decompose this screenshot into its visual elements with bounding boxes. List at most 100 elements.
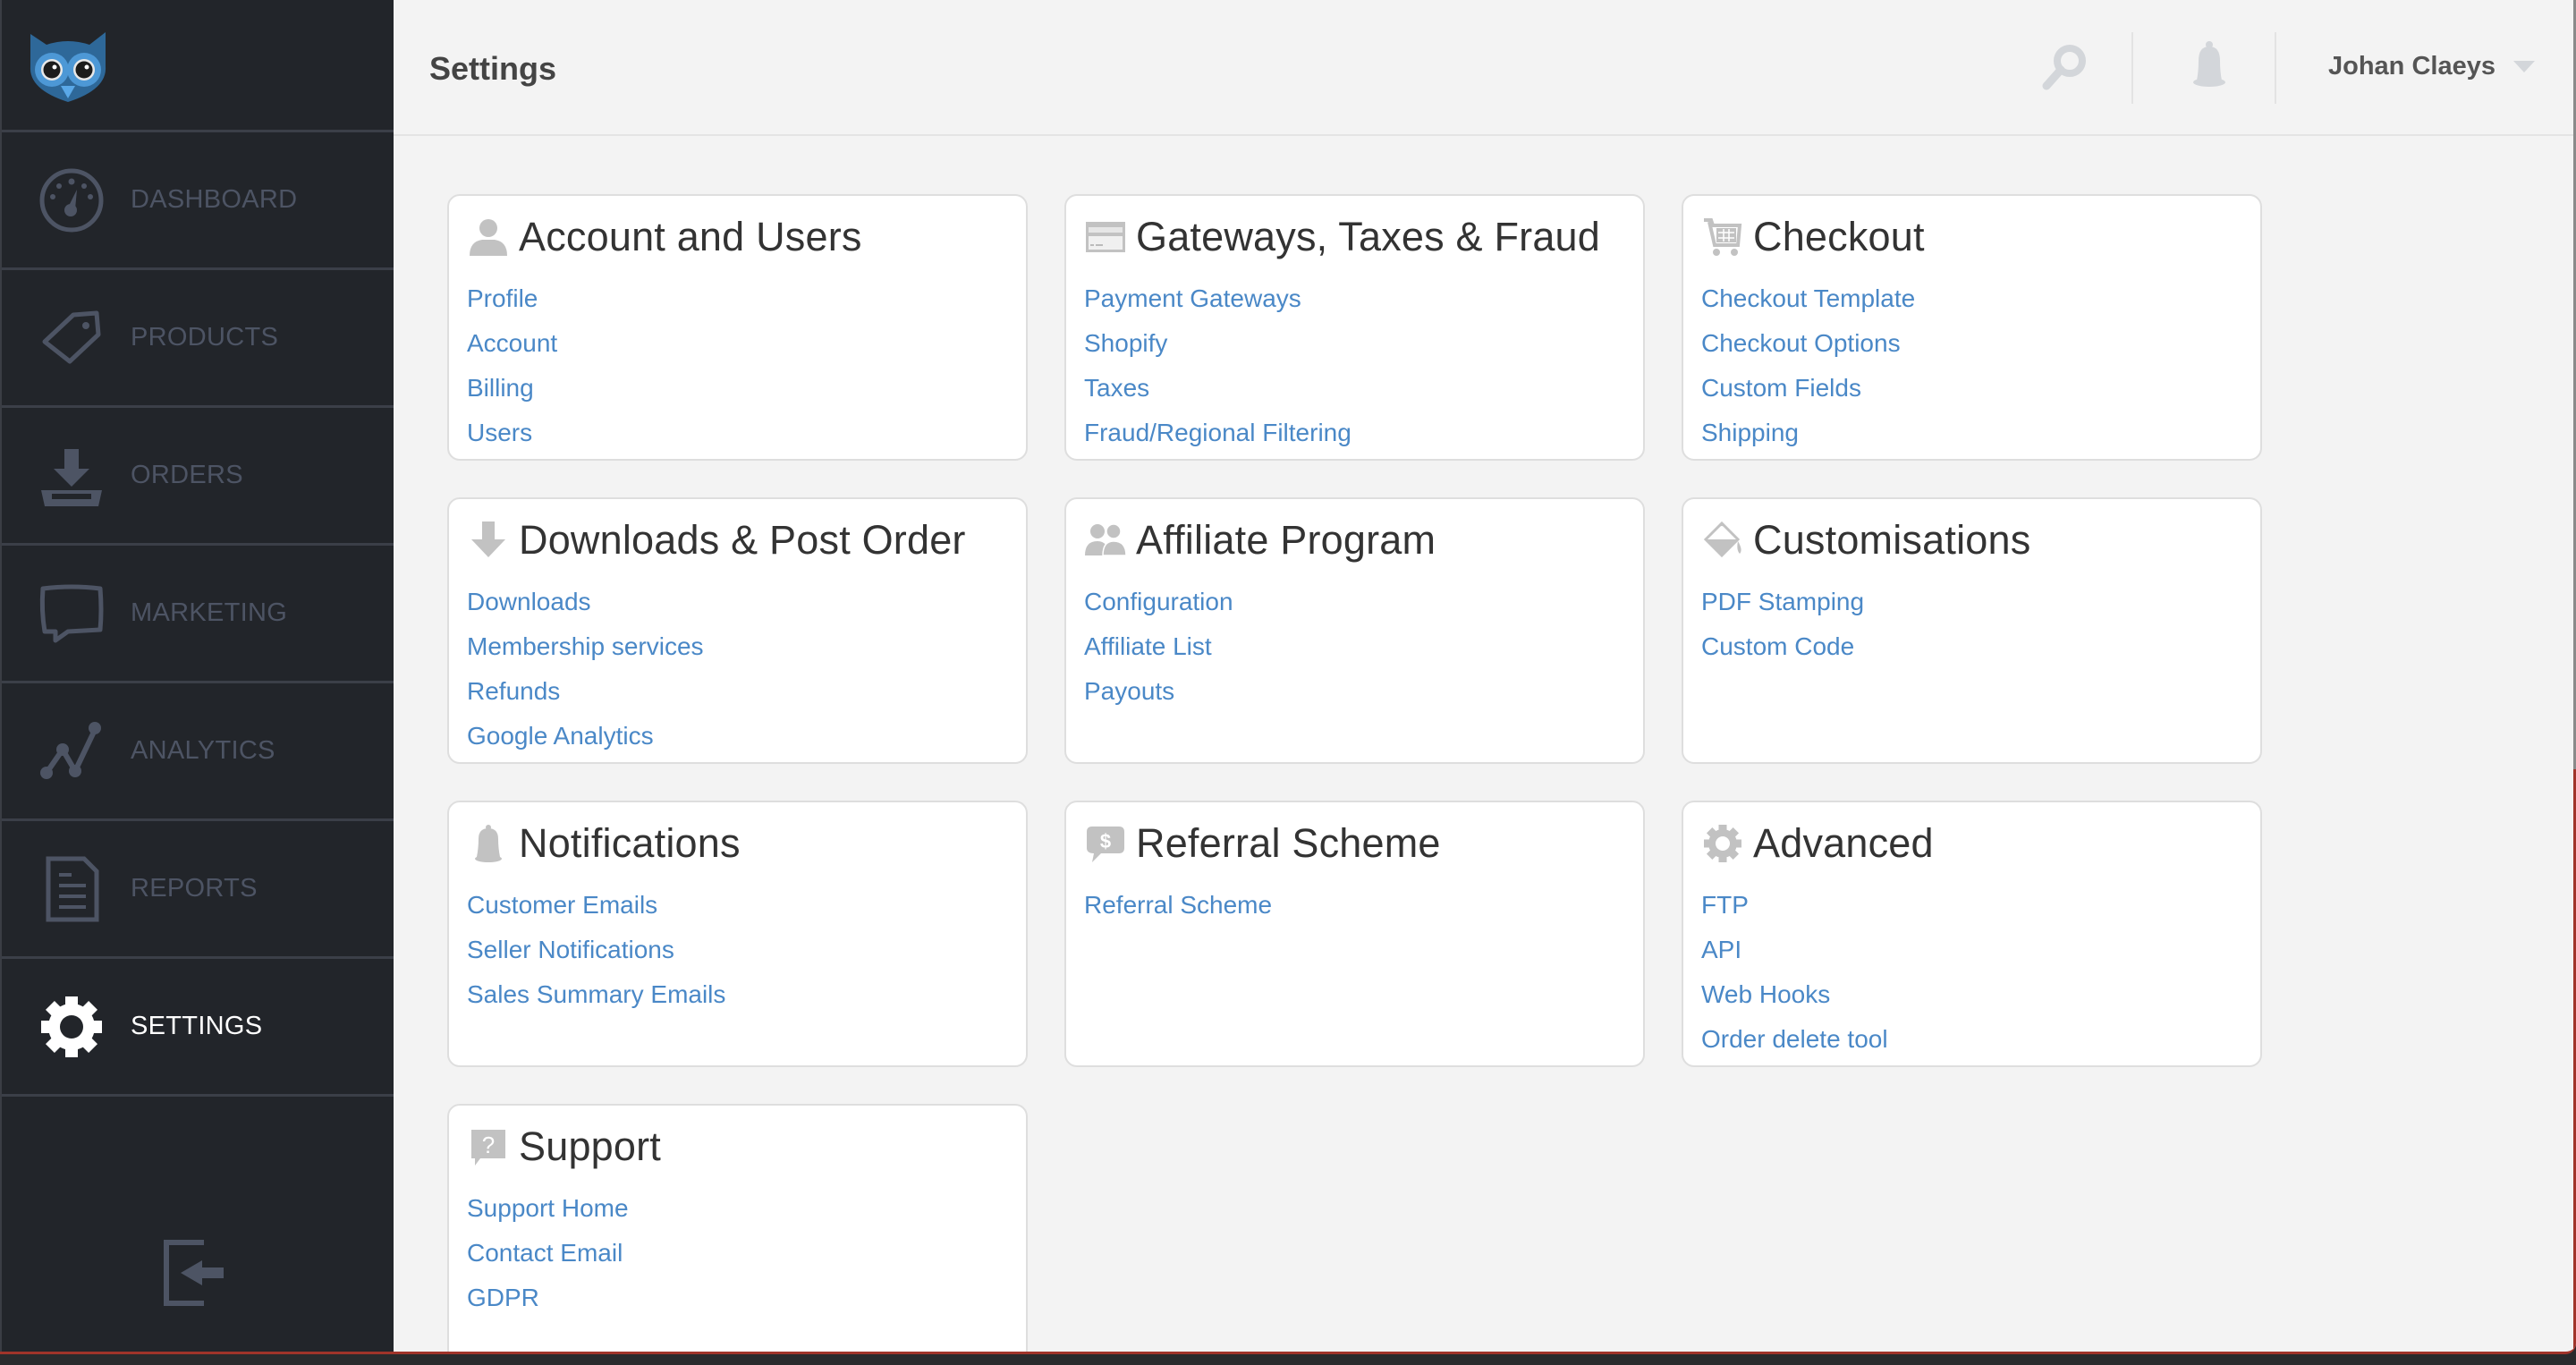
dashboard-gauge-icon: [36, 165, 107, 236]
link-order-delete-tool[interactable]: Order delete tool: [1701, 1017, 1888, 1062]
link-taxes[interactable]: Taxes: [1084, 366, 1149, 411]
link-google-analytics[interactable]: Google Analytics: [467, 714, 654, 759]
sidebar-item-analytics[interactable]: ANALYTICS: [2, 683, 394, 821]
link-checkout-options[interactable]: Checkout Options: [1701, 321, 1901, 366]
cart-icon: [1701, 216, 1744, 259]
card-support: ? Support Support Home Contact Email GDP…: [447, 1104, 1028, 1352]
dollar-bubble-icon: $: [1084, 822, 1127, 865]
user-icon: [467, 216, 510, 259]
sidebar-item-label: MARKETING: [131, 598, 288, 627]
card-title: Notifications: [519, 820, 741, 866]
page-title: Settings: [429, 50, 557, 87]
search-icon: [2042, 45, 2086, 90]
sidebar-item-dashboard[interactable]: DASHBOARD: [2, 132, 394, 270]
sidebar: DASHBOARD PRODUCTS ORDERS MARKETING ANAL…: [0, 0, 394, 1352]
card-title: Account and Users: [519, 214, 862, 259]
app-window: DASHBOARD PRODUCTS ORDERS MARKETING ANAL…: [0, 0, 2576, 1354]
link-shopify[interactable]: Shopify: [1084, 321, 1167, 366]
card-referral-scheme: $ Referral Scheme Referral Scheme: [1064, 801, 1645, 1067]
settings-grid: Account and Users Profile Account Billin…: [447, 194, 2262, 1352]
sidebar-item-reports[interactable]: REPORTS: [2, 821, 394, 959]
link-payment-gateways[interactable]: Payment Gateways: [1084, 276, 1301, 321]
logout-icon[interactable]: [163, 1239, 231, 1307]
card-title: Downloads & Post Order: [519, 517, 966, 563]
link-refunds[interactable]: Refunds: [467, 669, 560, 714]
card-title: Support: [519, 1123, 662, 1169]
link-sales-summary-emails[interactable]: Sales Summary Emails: [467, 972, 725, 1017]
sidebar-item-label: PRODUCTS: [131, 323, 279, 352]
card-title: Affiliate Program: [1136, 517, 1436, 563]
link-billing[interactable]: Billing: [467, 366, 534, 411]
card-title: Customisations: [1753, 517, 2031, 563]
card-title: Referral Scheme: [1136, 820, 1441, 866]
search-button[interactable]: [2039, 39, 2093, 93]
sidebar-item-settings[interactable]: SETTINGS: [2, 959, 394, 1097]
card-title: Gateways, Taxes & Fraud: [1136, 214, 1601, 259]
link-custom-fields[interactable]: Custom Fields: [1701, 366, 1861, 411]
sidebar-item-label: DASHBOARD: [131, 185, 298, 214]
sidebar-item-products[interactable]: PRODUCTS: [2, 270, 394, 408]
line-chart-icon: [36, 716, 107, 787]
card-downloads-post-order: Downloads & Post Order Downloads Members…: [447, 497, 1028, 764]
link-affiliate-list[interactable]: Affiliate List: [1084, 624, 1212, 669]
credit-card-icon: [1084, 216, 1127, 259]
link-profile[interactable]: Profile: [467, 276, 538, 321]
top-header: Settings Johan Claeys: [394, 0, 2573, 136]
card-account-and-users: Account and Users Profile Account Billin…: [447, 194, 1028, 461]
link-fraud-regional-filtering[interactable]: Fraud/Regional Filtering: [1084, 411, 1352, 455]
gear-icon: [36, 991, 107, 1063]
link-downloads[interactable]: Downloads: [467, 580, 591, 624]
link-referral-scheme[interactable]: Referral Scheme: [1084, 883, 1272, 928]
card-affiliate-program: Affiliate Program Configuration Affiliat…: [1064, 497, 1645, 764]
svg-text:$: $: [1100, 830, 1111, 852]
notifications-button[interactable]: [2182, 39, 2236, 93]
link-support-home[interactable]: Support Home: [467, 1186, 629, 1231]
card-title: Checkout: [1753, 214, 1925, 259]
card-customisations: Customisations PDF Stamping Custom Code: [1682, 497, 2262, 764]
link-custom-code[interactable]: Custom Code: [1701, 624, 1854, 669]
bell-icon: [2193, 41, 2225, 87]
card-title: Advanced: [1753, 820, 1934, 866]
link-web-hooks[interactable]: Web Hooks: [1701, 972, 1830, 1017]
link-checkout-template[interactable]: Checkout Template: [1701, 276, 1915, 321]
card-checkout: Checkout Checkout Template Checkout Opti…: [1682, 194, 2262, 461]
document-icon: [36, 853, 107, 925]
bell-icon: [467, 822, 510, 865]
sidebar-item-label: ORDERS: [131, 461, 243, 489]
users-icon: [1084, 519, 1127, 562]
link-users[interactable]: Users: [467, 411, 532, 455]
card-gateways-taxes-fraud: Gateways, Taxes & Fraud Payment Gateways…: [1064, 194, 1645, 461]
link-api[interactable]: API: [1701, 928, 1741, 972]
link-account[interactable]: Account: [467, 321, 557, 366]
question-bubble-icon: ?: [467, 1125, 510, 1168]
owl-logo-icon[interactable]: [27, 30, 109, 104]
paint-bucket-icon: [1701, 519, 1744, 562]
header-divider: [2275, 32, 2276, 104]
download-tray-icon: [36, 440, 107, 512]
sidebar-item-label: SETTINGS: [131, 1012, 263, 1040]
svg-text:?: ?: [482, 1132, 495, 1158]
link-configuration[interactable]: Configuration: [1084, 580, 1233, 624]
link-shipping[interactable]: Shipping: [1701, 411, 1799, 455]
header-divider: [2131, 32, 2133, 104]
link-seller-notifications[interactable]: Seller Notifications: [467, 928, 674, 972]
link-payouts[interactable]: Payouts: [1084, 669, 1174, 714]
gear-icon: [1701, 822, 1744, 865]
link-pdf-stamping[interactable]: PDF Stamping: [1701, 580, 1864, 624]
sidebar-item-label: REPORTS: [131, 874, 258, 903]
sidebar-item-orders[interactable]: ORDERS: [2, 408, 394, 546]
user-menu[interactable]: Johan Claeys: [2328, 52, 2535, 81]
link-ftp[interactable]: FTP: [1701, 883, 1749, 928]
speech-bubble-icon: [36, 578, 107, 649]
card-notifications: Notifications Customer Emails Seller Not…: [447, 801, 1028, 1067]
link-membership-services[interactable]: Membership services: [467, 624, 704, 669]
user-name: Johan Claeys: [2328, 52, 2496, 81]
link-gdpr[interactable]: GDPR: [467, 1276, 539, 1320]
link-contact-email[interactable]: Contact Email: [467, 1231, 623, 1276]
sidebar-item-label: ANALYTICS: [131, 736, 275, 765]
link-customer-emails[interactable]: Customer Emails: [467, 883, 657, 928]
logo-area: [2, 0, 394, 132]
chevron-down-icon: [2512, 61, 2535, 72]
download-arrow-icon: [467, 519, 510, 562]
sidebar-item-marketing[interactable]: MARKETING: [2, 546, 394, 683]
